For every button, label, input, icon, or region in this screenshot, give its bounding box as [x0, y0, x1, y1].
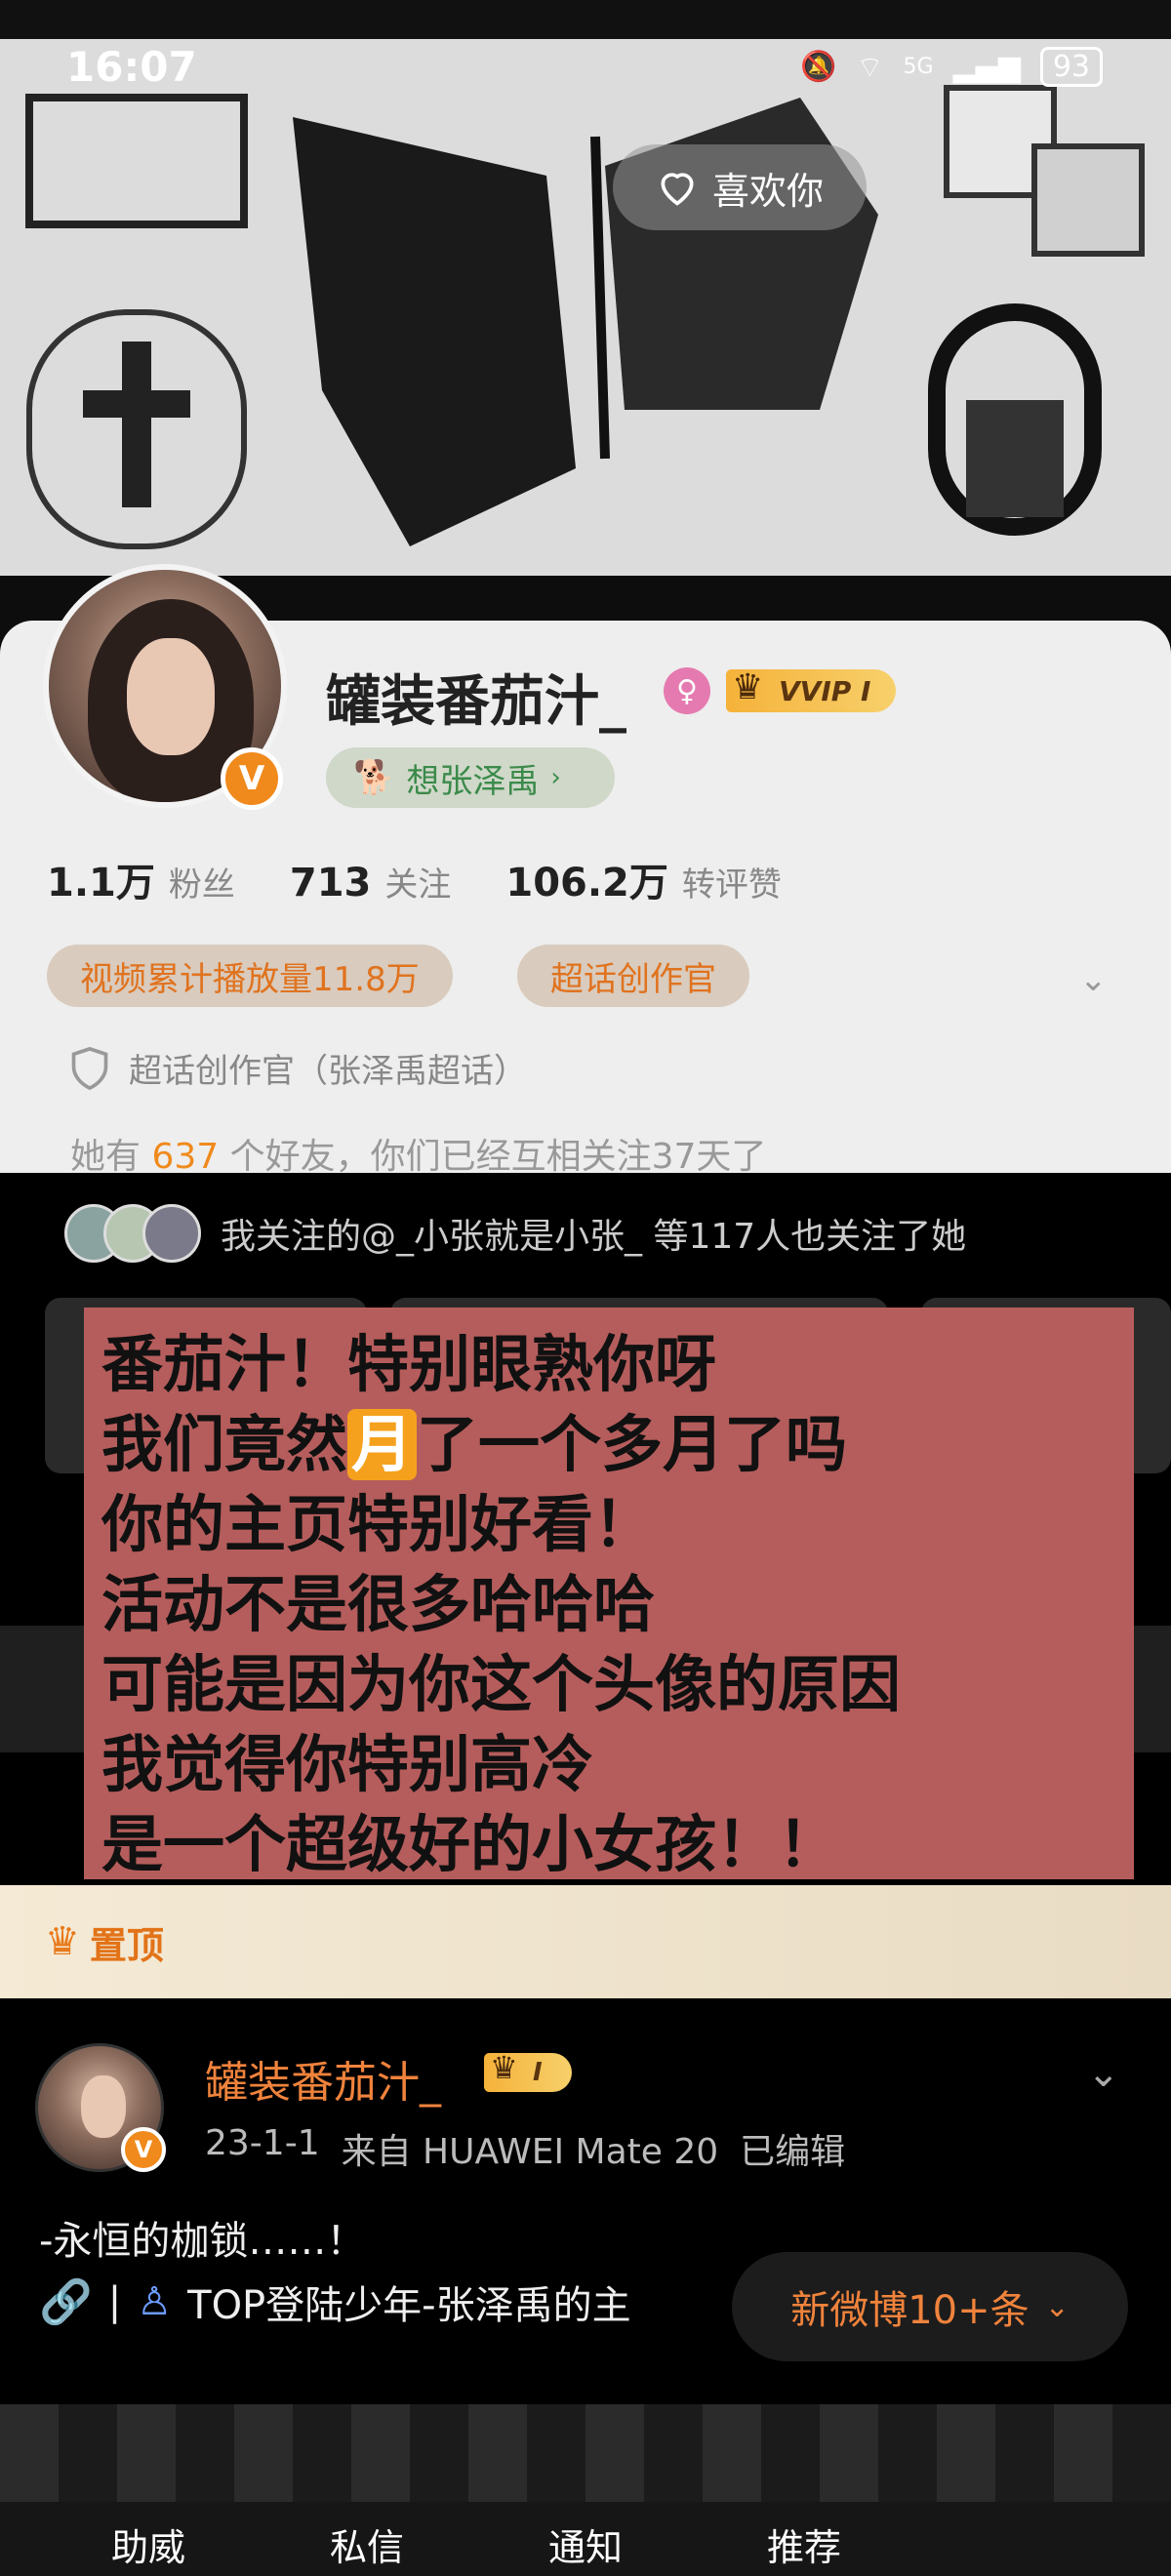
post-source: 来自 HUAWEI Mate 20 [341, 2132, 719, 2172]
post-author[interactable]: 罐装番茄汁_ [205, 2047, 441, 2110]
nav-recommend[interactable]: 推荐 [736, 2517, 872, 2571]
vvip-badge[interactable]: ♛ VVIP I [726, 667, 897, 712]
avatar-face [81, 2075, 126, 2138]
note-line: 活动不是很多哈哈哈 [101, 1569, 655, 1640]
post-link-text: TOP登陆少年-张泽禹的主 [187, 2283, 631, 2328]
creator-label: 超话创作官（张泽禹超话） [129, 1052, 527, 1091]
note-line: 是一个超级好的小女孩！！ [101, 1809, 839, 1880]
stat-interactions[interactable]: 106.2万 转评赞 [505, 851, 782, 907]
crown-icon: ♛ [490, 2049, 518, 2086]
person-icon: ♙ [137, 2279, 173, 2324]
stat-number: 713 [289, 861, 372, 906]
note-line: 你的主页特别好看！ [101, 1489, 655, 1560]
profile-name: 罐装番茄汁_ [326, 670, 626, 734]
vip-badge[interactable]: ♛ I [484, 2049, 572, 2092]
crown-icon: ♛ [732, 667, 764, 707]
nav-notifications[interactable]: 通知 [517, 2517, 654, 2571]
like-button[interactable]: 喜欢你 [613, 144, 867, 230]
vvip-badge-label: VVIP I [779, 674, 871, 707]
like-button-label: 喜欢你 [711, 169, 824, 213]
status-time: 16:07 [66, 43, 197, 91]
female-icon: ♀ [664, 667, 710, 714]
friends-suffix: 个好友，你们已经互相关注37天了 [219, 1137, 767, 1177]
signal-icon: ▂▄▆ [952, 50, 1021, 84]
dog-icon: 🐕 [353, 758, 395, 797]
status-icons: 🔕 ⌔ 5G ▂▄▆ 93 [800, 47, 1103, 87]
creator-row[interactable]: 超话创作官（张泽禹超话） [68, 1044, 527, 1092]
friends-line: 她有 637 个好友，你们已经互相关注37天了 [70, 1128, 766, 1179]
new-posts-button[interactable]: 新微博10+条 ⌄ [732, 2252, 1128, 2361]
stat-label: 转评赞 [681, 865, 782, 905]
stat-label: 关注 [384, 865, 452, 905]
mutual-follow-row[interactable]: 我关注的@_小张就是小张_ 等117人也关注了她 [64, 1204, 966, 1263]
post-text: -永恒的枷锁……！ [39, 2219, 366, 2264]
shield-icon [71, 1046, 108, 1090]
chevron-down-icon[interactable]: ⌄ [1087, 2051, 1120, 2096]
note-overlay: 番茄汁！特别眼熟你呀 我们竟然月了一个多月了吗 你的主页特别好看！ 活动不是很多… [84, 1308, 1134, 1880]
battery-icon: 93 [1039, 47, 1103, 87]
mutual-follow-text: 我关注的@_小张就是小张_ 等117人也关注了她 [221, 1217, 967, 1257]
creator-pill[interactable]: 超话创作官 [517, 945, 749, 1007]
post-date: 23-1-1 [205, 2123, 320, 2163]
profile-stats: 1.1万 粉丝 713 关注 106.2万 转评赞 [47, 851, 836, 907]
stat-followers[interactable]: 1.1万 粉丝 [47, 851, 235, 907]
nav-messages[interactable]: 私信 [299, 2517, 435, 2571]
nav-ornament [0, 2404, 1171, 2502]
mini-avatar [142, 1204, 201, 1263]
video-plays-pill[interactable]: 视频累计播放量11.8万 [47, 945, 453, 1007]
supertopic-label: 想张泽禹 [406, 761, 540, 801]
avatar-face [127, 638, 215, 755]
note-line: 番茄汁！特别眼熟你呀 [101, 1329, 716, 1400]
chevron-down-icon[interactable]: ⌄ [1079, 960, 1108, 999]
note-highlight: 月 [347, 1409, 417, 1480]
wifi-icon: ⌔ [856, 50, 884, 85]
post-meta: 23-1-1 来自 HUAWEI Mate 20 已编辑 [205, 2123, 845, 2174]
friends-prefix: 她有 [70, 1137, 152, 1177]
post-edited: 已编辑 [740, 2132, 846, 2172]
network-label: 5G [903, 55, 934, 79]
nav-cheer[interactable]: 助威 [80, 2517, 217, 2571]
friends-count[interactable]: 637 [151, 1137, 219, 1177]
note-line: 我们竟然月了一个多月了吗 [101, 1405, 1134, 1485]
vip-badge-label: I [533, 2058, 543, 2087]
profile-banner[interactable]: 16:07 🔕 ⌔ 5G ▂▄▆ 93 喜欢你 [0, 0, 1171, 644]
post-link-row[interactable]: 🔗 | ♙ TOP登陆少年-张泽禹的主 [39, 2274, 631, 2330]
separator: | [107, 2279, 122, 2324]
stat-number: 1.1万 [47, 861, 155, 906]
verified-badge: V [221, 747, 283, 810]
heart-icon [661, 173, 694, 206]
note-line: 可能是因为你这个头像的原因 [101, 1649, 901, 1720]
chevron-right-icon: › [550, 763, 561, 792]
supertopic-chip[interactable]: 🐕 想张泽禹 › [326, 747, 615, 808]
note-fragment: 我们竟然 [101, 1409, 347, 1480]
new-posts-label: 新微博10+条 [790, 2288, 1030, 2333]
note-line: 我觉得你特别高冷 [101, 1729, 593, 1800]
status-bar: 16:07 🔕 ⌔ 5G ▂▄▆ 93 [0, 0, 1171, 137]
double-chevron-down-icon: ⌄ [1044, 2289, 1070, 2324]
stat-number: 106.2万 [505, 861, 668, 906]
stat-label: 粉丝 [168, 865, 235, 905]
mutual-avatars [64, 1204, 201, 1263]
pinned-bar[interactable]: ♛ 置顶 [0, 1885, 1171, 1998]
crown-icon: ♛ [45, 1919, 80, 1964]
verified-badge: V [121, 2127, 166, 2172]
pinned-label: 置顶 [89, 1923, 164, 1967]
link-icon: 🔗 [39, 2277, 93, 2327]
mute-icon: 🔕 [799, 50, 837, 84]
stat-following[interactable]: 713 关注 [290, 858, 452, 906]
note-fragment: 了一个多月了吗 [417, 1409, 847, 1480]
